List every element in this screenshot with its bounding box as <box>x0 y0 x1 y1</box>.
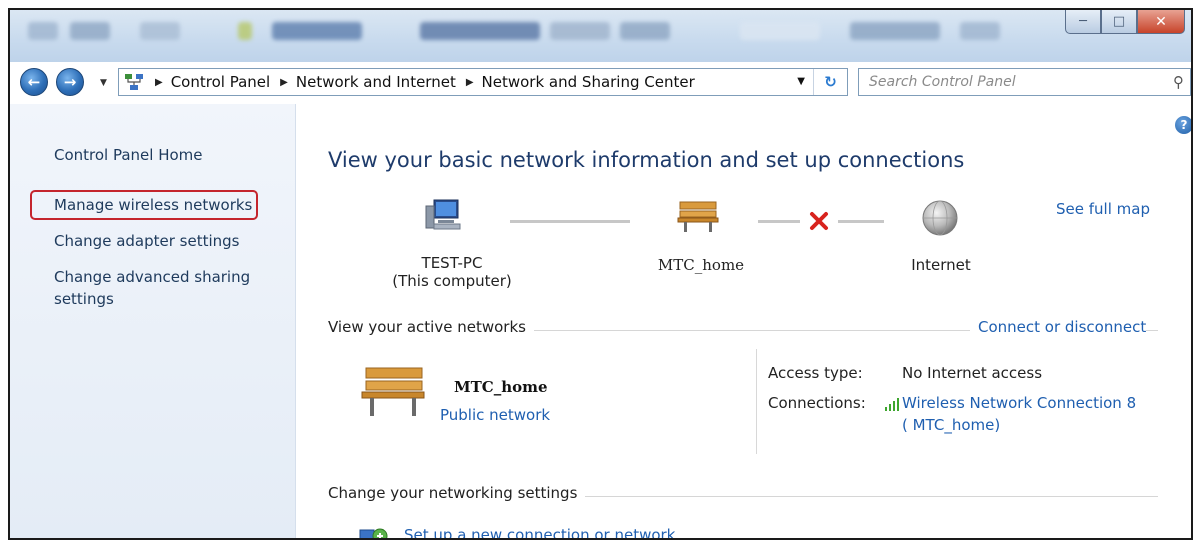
forward-arrow-icon: → <box>63 72 77 91</box>
breadcrumb-network-and-sharing-center[interactable]: Network and Sharing Center <box>482 73 695 91</box>
breadcrumb-network-and-internet[interactable]: Network and Internet <box>296 73 456 91</box>
active-networks-heading: View your active networks <box>328 318 534 336</box>
refresh-button[interactable]: ↻ <box>813 69 847 95</box>
see-full-map-link[interactable]: See full map <box>1056 200 1150 218</box>
breadcrumb-separator-icon: ▶ <box>155 76 163 88</box>
active-network-name: MTC_home <box>454 378 548 396</box>
connect-or-disconnect-link[interactable]: Connect or disconnect <box>970 318 1147 336</box>
page-title: View your basic network information and … <box>328 148 965 172</box>
setup-new-connection-link[interactable]: Set up a new connection or network <box>404 526 675 538</box>
bench-icon <box>358 364 428 420</box>
connection-name: Wireless Network Connection 8 <box>902 394 1137 412</box>
connections-label: Connections: <box>768 394 866 412</box>
search-icon[interactable]: ⚲ <box>1173 73 1184 91</box>
address-history-dropdown-icon[interactable]: ▼ <box>797 76 805 87</box>
connection-line <box>510 220 630 223</box>
computer-name: TEST-PC <box>421 254 483 272</box>
connection-ssid: ( MTC_home) <box>902 416 1001 434</box>
refresh-icon: ↻ <box>824 73 837 91</box>
access-type-value: No Internet access <box>902 364 1043 382</box>
connection-line <box>758 220 800 223</box>
maximize-button[interactable]: □ <box>1101 10 1137 34</box>
help-icon[interactable]: ? <box>1175 116 1191 134</box>
computer-icon[interactable] <box>424 196 462 234</box>
minimize-icon: ─ <box>1079 14 1087 29</box>
computer-subtitle: (This computer) <box>392 272 512 290</box>
sidebar-item-manage-wireless-networks[interactable]: Manage wireless networks <box>54 194 252 216</box>
sidebar-item-label: settings <box>54 290 114 308</box>
disconnected-x-icon[interactable] <box>808 210 830 232</box>
wireless-connection-link[interactable]: Wireless Network Connection 8 ( MTC_home… <box>902 394 1136 434</box>
change-settings-heading: Change your networking settings <box>328 484 586 502</box>
maximize-icon: □ <box>1112 14 1126 29</box>
minimize-button[interactable]: ─ <box>1065 10 1101 34</box>
sidebar: Control Panel Home Manage wireless netwo… <box>10 104 296 538</box>
back-button[interactable]: ← <box>20 68 48 96</box>
navigation-bar: ← → ▼ ▶ Control Panel ▶ Network and Inte… <box>10 62 1191 102</box>
access-type-label: Access type: <box>768 364 863 382</box>
breadcrumb-separator-icon: ▶ <box>465 76 474 88</box>
breadcrumb-control-panel[interactable]: Control Panel <box>171 73 270 91</box>
sidebar-item-control-panel-home[interactable]: Control Panel Home <box>54 144 203 166</box>
sidebar-item-label: Change advanced sharing <box>54 268 251 286</box>
globe-icon[interactable] <box>920 198 960 238</box>
title-bar: ─ □ ✕ <box>10 10 1191 62</box>
connection-line <box>838 220 884 223</box>
taskbar-blur <box>10 14 1020 48</box>
setup-connection-icon <box>358 524 390 538</box>
vertical-divider <box>756 349 757 454</box>
sidebar-item-change-adapter-settings[interactable]: Change adapter settings <box>54 230 240 252</box>
address-bar[interactable]: ▶ Control Panel ▶ Network and Internet ▶… <box>118 68 848 96</box>
close-button[interactable]: ✕ <box>1137 10 1185 34</box>
network-type-link[interactable]: Public network <box>440 406 550 424</box>
window: ─ □ ✕ ← → ▼ ▶ Control Panel ▶ Network an… <box>8 8 1193 540</box>
network-node-label: MTC_home <box>657 256 745 274</box>
main-content: ? View your basic network information an… <box>296 104 1191 538</box>
search-placeholder: Search Control Panel <box>869 74 1016 90</box>
forward-button[interactable]: → <box>56 68 84 96</box>
network-center-icon <box>123 71 145 93</box>
wireless-signal-icon <box>884 396 900 412</box>
internet-node-label: Internet <box>911 256 971 274</box>
recent-pages-dropdown-icon[interactable]: ▼ <box>100 78 107 88</box>
search-input[interactable]: Search Control Panel ⚲ <box>858 68 1191 96</box>
sidebar-item-change-advanced-sharing-settings[interactable]: Change advanced sharing settings <box>54 266 250 310</box>
back-arrow-icon: ← <box>27 72 41 91</box>
breadcrumb-separator-icon: ▶ <box>280 76 288 88</box>
computer-node-label: TEST-PC (This computer) <box>382 254 522 290</box>
close-icon: ✕ <box>1155 13 1167 30</box>
bench-icon[interactable] <box>676 198 720 234</box>
